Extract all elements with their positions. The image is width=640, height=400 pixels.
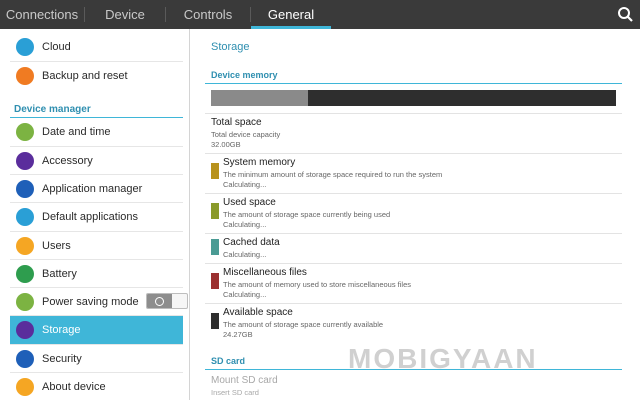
used-space-value: Calculating...: [223, 220, 267, 229]
sidebar-item-label: About device: [42, 381, 106, 393]
divider: [205, 193, 622, 194]
sidebar-item-label: Security: [42, 353, 82, 365]
system-memory-desc: The minimum amount of storage space requ…: [223, 170, 443, 179]
watermark-logo: MOBIGYAAN: [348, 343, 538, 374]
divider: [205, 263, 622, 264]
used-space-title: Used space: [223, 197, 276, 208]
sidebar-item-label: Default applications: [42, 211, 139, 223]
available-space-value: 24.27GB: [223, 330, 253, 339]
sidebar-item-label: Cloud: [42, 41, 71, 53]
mount-sd-card-desc: Insert SD card: [211, 388, 259, 397]
user-icon: [16, 237, 34, 255]
available-space-swatch: [211, 313, 219, 329]
cached-data-value: Calculating...: [223, 250, 267, 259]
top-tab-bar: Connections Device Controls General: [0, 0, 640, 29]
search-icon: [618, 7, 633, 22]
leaf-icon: [16, 293, 34, 311]
sidebar-section-header: Device manager: [14, 104, 91, 115]
misc-files-value: Calculating...: [223, 290, 267, 299]
backup-icon: [16, 67, 34, 85]
sidebar-item-default-applications[interactable]: Default applications: [10, 203, 183, 231]
tab-connections[interactable]: Connections: [0, 0, 84, 29]
system-memory-swatch: [211, 163, 219, 179]
search-button[interactable]: [612, 0, 640, 29]
info-icon: [16, 378, 34, 396]
battery-icon: [16, 265, 34, 283]
sd-card-header: SD card: [211, 356, 246, 366]
storage-icon: [16, 321, 34, 339]
mount-sd-card-title[interactable]: Mount SD card: [211, 375, 278, 386]
divider: [205, 113, 622, 114]
total-space-desc: Total device capacity: [211, 130, 281, 139]
device-memory-header: Device memory: [211, 70, 278, 80]
sidebar-item-label: Storage: [42, 324, 81, 336]
used-space-desc: The amount of storage space currently be…: [223, 210, 391, 219]
toggle-knob: [147, 294, 172, 308]
tab-controls[interactable]: Controls: [166, 0, 250, 29]
lock-icon: [16, 350, 34, 368]
sidebar-item-battery[interactable]: Battery: [10, 260, 183, 288]
divider: [205, 303, 622, 304]
storage-usage-bar: [211, 90, 616, 106]
section-underline: [205, 83, 622, 84]
accessory-icon: [16, 152, 34, 170]
system-memory-value: Calculating...: [223, 180, 267, 189]
storage-usage-fill: [211, 90, 309, 106]
sidebar: Cloud Backup and reset Device manager Da…: [0, 29, 190, 400]
sidebar-item-label: Backup and reset: [42, 70, 128, 82]
sidebar-item-label: Power saving mode: [42, 296, 139, 308]
divider: [205, 233, 622, 234]
sidebar-item-accessory[interactable]: Accessory: [10, 147, 183, 175]
total-space-value: 32.00GB: [211, 140, 241, 149]
sidebar-item-date-and-time[interactable]: Date and time: [10, 118, 183, 146]
tab-general[interactable]: General: [251, 0, 331, 29]
misc-files-desc: The amount of memory used to store misce…: [223, 280, 412, 289]
sidebar-item-users[interactable]: Users: [10, 232, 183, 260]
sidebar-item-label: Date and time: [42, 126, 111, 138]
misc-files-swatch: [211, 273, 219, 289]
tab-device[interactable]: Device: [85, 0, 165, 29]
sidebar-item-label: Accessory: [42, 155, 93, 167]
power-saving-toggle[interactable]: [146, 293, 188, 309]
page-title: Storage: [211, 41, 250, 53]
sidebar-item-label: Application manager: [42, 183, 143, 195]
total-space-title: Total space: [211, 117, 262, 128]
sidebar-item-label: Users: [42, 240, 71, 252]
sidebar-item-security[interactable]: Security: [10, 345, 183, 373]
available-space-desc: The amount of storage space currently av…: [223, 320, 384, 329]
sidebar-item-backup-and-reset[interactable]: Backup and reset: [10, 62, 183, 90]
sidebar-item-label: Battery: [42, 268, 77, 280]
system-memory-title: System memory: [223, 157, 296, 168]
divider: [205, 153, 622, 154]
available-space-title: Available space: [223, 307, 293, 318]
clock-icon: [16, 123, 34, 141]
used-space-swatch: [211, 203, 219, 219]
sidebar-item-power-saving-mode[interactable]: Power saving mode: [10, 288, 188, 316]
cloud-icon: [16, 38, 34, 56]
cached-data-title: Cached data: [223, 237, 280, 248]
sidebar-item-storage[interactable]: Storage: [10, 316, 183, 344]
grid-icon: [16, 180, 34, 198]
cached-data-swatch: [211, 239, 219, 255]
sidebar-item-application-manager[interactable]: Application manager: [10, 175, 183, 203]
apps-icon: [16, 208, 34, 226]
misc-files-title: Miscellaneous files: [223, 267, 307, 278]
sidebar-item-cloud[interactable]: Cloud: [10, 33, 183, 61]
sidebar-item-about-device[interactable]: About device: [10, 373, 183, 400]
